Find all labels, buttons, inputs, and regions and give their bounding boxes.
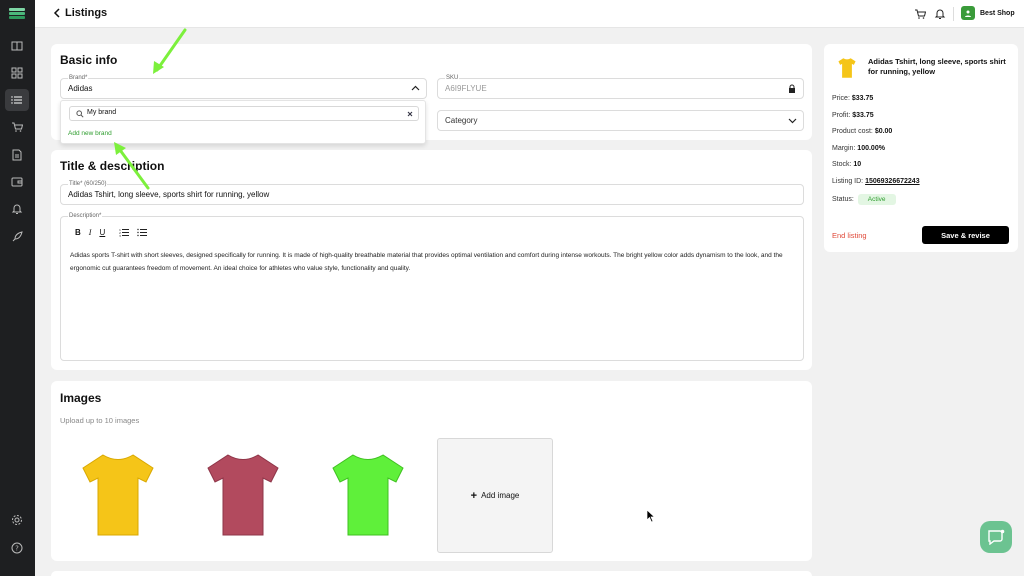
app-logo[interactable] (9, 8, 25, 22)
tshirt-image (82, 454, 154, 536)
end-listing-button[interactable]: End listing (832, 231, 867, 240)
category-select[interactable]: Category (437, 110, 804, 131)
chat-icon (988, 529, 1005, 545)
title-value: Adidas Tshirt, long sleeve, sports shirt… (68, 190, 270, 199)
chat-button[interactable] (980, 521, 1012, 553)
grid-icon[interactable] (5, 62, 29, 84)
listing-summary-card: Adidas Tshirt, long sleeve, sports shirt… (824, 44, 1018, 252)
annotation-arrow-icon (153, 28, 187, 74)
editor-toolbar: B I U 123 (75, 228, 148, 237)
top-bar: Listings Best Shop (35, 0, 1024, 28)
description-text: Adidas sports T-shirt with short sleeves… (70, 252, 783, 272)
cart-icon[interactable] (5, 116, 29, 138)
chevron-left-icon (53, 8, 60, 18)
bell-icon[interactable] (5, 198, 29, 220)
margin-row: Margin: 100.00% (832, 145, 885, 152)
underline-button[interactable]: U (99, 228, 105, 237)
sku-value: A6I9FLYUE (445, 84, 487, 93)
status-row: Status: Active (832, 194, 896, 205)
lock-icon (789, 84, 795, 93)
profit-row: Profit: $33.75 (832, 112, 874, 119)
add-image-button[interactable]: + Add image (437, 438, 553, 553)
status-badge: Active (857, 194, 896, 205)
shop-avatar (961, 6, 975, 20)
sku-field: SKU A6I9FLYUE (437, 75, 804, 99)
title-description-card: Title & description Title* (60/250) Adid… (51, 150, 812, 370)
bell-icon[interactable] (934, 8, 946, 20)
settings-icon[interactable] (5, 509, 29, 531)
tshirt-image (332, 454, 404, 536)
product-title: Adidas Tshirt, long sleeve, sports shirt… (868, 57, 1006, 76)
cart-icon[interactable] (914, 8, 926, 20)
clear-icon[interactable] (407, 111, 413, 117)
images-heading: Images (60, 391, 102, 405)
chevron-down-icon (788, 118, 797, 124)
svg-text:?: ? (15, 545, 19, 553)
tshirt-image (207, 454, 279, 536)
basic-info-heading: Basic info (60, 53, 118, 67)
product-thumbnail (838, 58, 856, 78)
product-cost-row: Product cost: $0.00 (832, 128, 893, 135)
shop-switcher[interactable]: Best Shop (961, 6, 1015, 20)
sidebar: ? (0, 0, 35, 576)
shop-name: Best Shop (980, 9, 1015, 17)
list-icon[interactable] (5, 89, 29, 111)
annotation-arrow-icon (114, 142, 150, 190)
brand-search-value: My brand (87, 109, 117, 116)
book-icon[interactable] (5, 35, 29, 57)
chevron-up-icon (411, 85, 420, 91)
brand-value: Adidas (68, 84, 93, 93)
plus-icon: + (470, 489, 478, 502)
ordered-list-icon[interactable]: 123 (119, 228, 130, 237)
description-editor[interactable]: Description* B I U 123 Adidas sports T-s… (60, 213, 804, 361)
brand-label: Brand* (68, 75, 89, 81)
page-title: Listings (65, 7, 108, 19)
stock-row: Stock: 10 (832, 161, 862, 168)
help-icon[interactable]: ? (5, 537, 29, 559)
next-card (51, 571, 812, 576)
category-placeholder: Category (445, 116, 478, 125)
sku-label: SKU (445, 75, 460, 81)
add-image-label: Add image (481, 491, 520, 500)
brand-select[interactable]: Brand* Adidas (60, 75, 427, 99)
save-revise-button[interactable]: Save & revise (922, 226, 1009, 244)
rocket-icon[interactable] (5, 226, 29, 248)
italic-button[interactable]: I (89, 228, 92, 237)
document-icon[interactable] (5, 144, 29, 166)
bold-button[interactable]: B (75, 228, 81, 237)
search-icon (76, 110, 84, 118)
product-image-green[interactable] (313, 440, 423, 550)
price-row: Price: $33.75 (832, 95, 874, 102)
description-label: Description* (68, 213, 103, 219)
product-image-yellow[interactable] (63, 440, 173, 550)
title-input[interactable]: Title* (60/250) Adidas Tshirt, long slee… (60, 181, 804, 205)
back-button[interactable]: Listings (53, 7, 107, 19)
add-new-brand-link[interactable]: Add new brand (68, 130, 112, 137)
bullet-list-icon[interactable] (137, 228, 148, 237)
listing-id-row: Listing ID: 15069326672243 (832, 178, 920, 185)
svg-text:3: 3 (119, 234, 121, 237)
brand-search-input[interactable]: My brand (69, 106, 419, 121)
listing-id-link[interactable]: 15069326672243 (865, 178, 920, 185)
mouse-cursor-icon (646, 509, 656, 523)
images-hint: Upload up to 10 images (60, 416, 140, 425)
wallet-icon[interactable] (5, 171, 29, 193)
title-label: Title* (60/250) (68, 181, 108, 187)
product-image-red[interactable] (188, 440, 298, 550)
